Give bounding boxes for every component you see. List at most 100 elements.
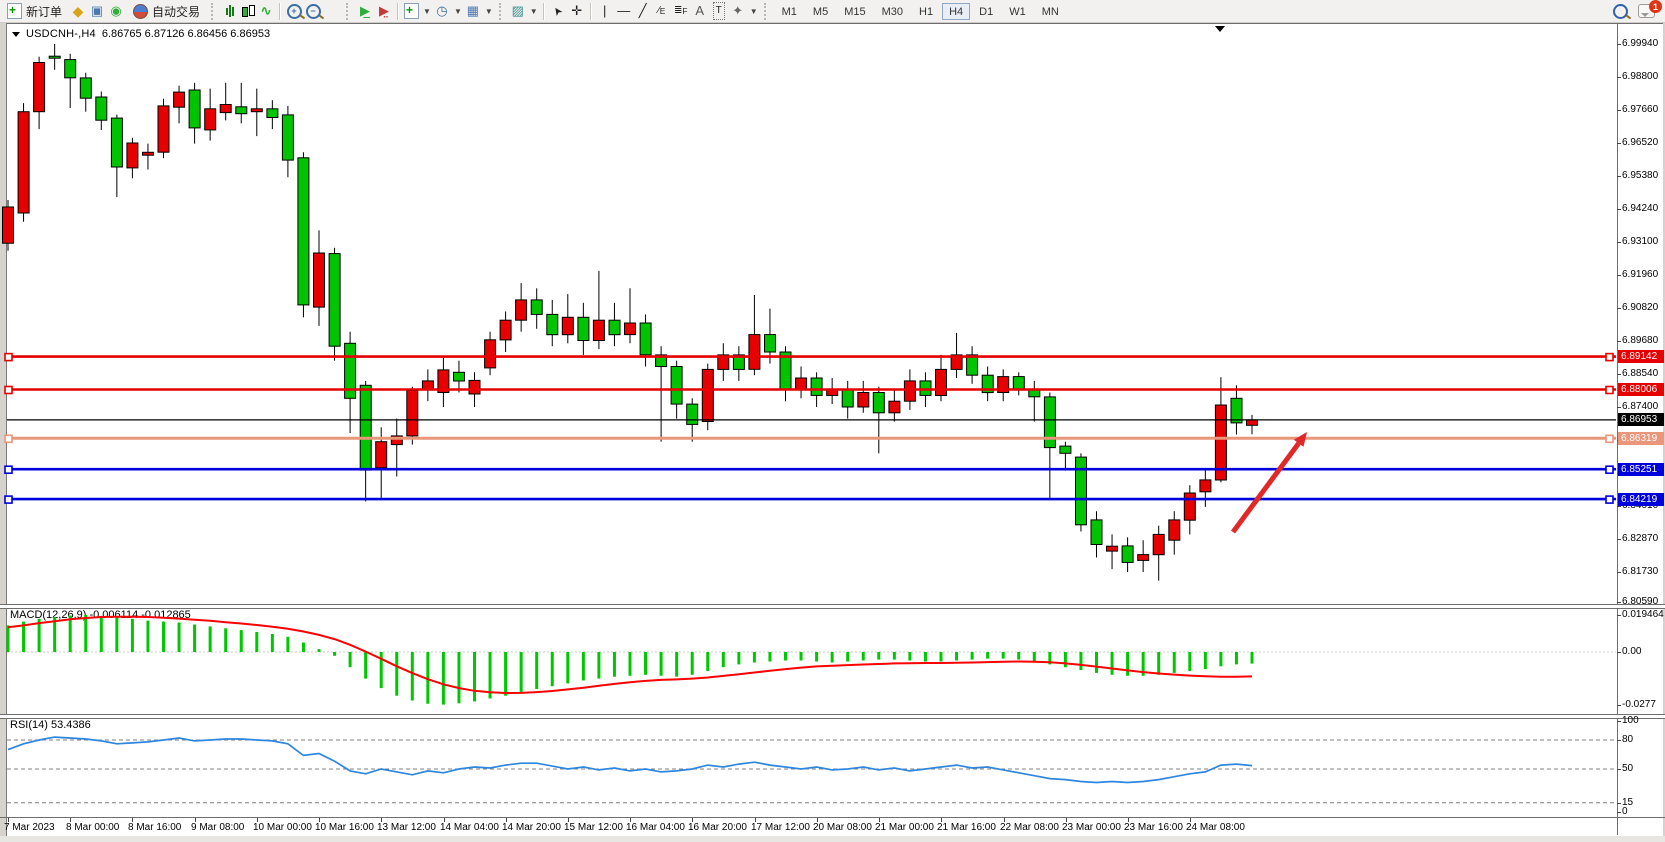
chevron-down-icon[interactable]: ▼ bbox=[485, 7, 493, 16]
candle-body bbox=[251, 109, 262, 112]
price-axis-label: 6.96520 bbox=[1622, 137, 1658, 148]
line-anchor-handle[interactable] bbox=[5, 496, 12, 503]
tile-windows-button[interactable] bbox=[324, 3, 340, 19]
timeframe-button-w1[interactable]: W1 bbox=[1002, 3, 1033, 20]
line-anchor-handle[interactable] bbox=[1606, 387, 1613, 394]
toolbar: + 新订单 ◆ ▣ ◉ 自动交易 ∿ + − ▶̲ ▶̤ +▼ ◷▼ ▦▼ ▨▼ bbox=[0, 0, 1665, 23]
search-icon[interactable] bbox=[1613, 4, 1628, 19]
line-anchor-handle[interactable] bbox=[5, 466, 12, 473]
axis-tick bbox=[1617, 242, 1621, 243]
axis-tick bbox=[1617, 740, 1621, 741]
candlestick-chart-button[interactable] bbox=[241, 4, 255, 19]
auto-scroll-button[interactable]: ▶̲ bbox=[357, 3, 373, 19]
timeframe-button-m5[interactable]: M5 bbox=[806, 3, 835, 20]
timeframe-button-mn[interactable]: MN bbox=[1035, 3, 1066, 20]
new-chart-button[interactable]: + bbox=[404, 3, 419, 19]
timeframe-button-m30[interactable]: M30 bbox=[875, 3, 910, 20]
candle-body bbox=[376, 442, 387, 468]
candle-body bbox=[1169, 520, 1180, 540]
text-label-button[interactable]: T bbox=[711, 3, 727, 19]
chevron-down-icon[interactable]: ▼ bbox=[530, 7, 538, 16]
axis-tick bbox=[1617, 77, 1621, 78]
signals-icon[interactable]: ◉ bbox=[108, 3, 124, 19]
toolbar-separator bbox=[590, 3, 592, 20]
metaeditor-icon[interactable]: ▣ bbox=[89, 3, 105, 19]
chat-icon[interactable]: 1 bbox=[1638, 4, 1655, 18]
axis-tick bbox=[1617, 110, 1621, 111]
periods-button[interactable]: ◷ bbox=[434, 3, 450, 19]
macd-axis-label: 0.00 bbox=[1622, 646, 1641, 657]
candle-body bbox=[1231, 398, 1242, 423]
rsi-axis-label: 80 bbox=[1622, 734, 1633, 745]
candle-body bbox=[687, 404, 698, 424]
price-axis-label: 6.80590 bbox=[1622, 596, 1658, 607]
axis-tick bbox=[1617, 407, 1621, 408]
candle-body bbox=[625, 323, 636, 335]
chevron-down-icon[interactable]: ▼ bbox=[454, 7, 462, 16]
candle-body bbox=[143, 152, 154, 155]
zoom-out-button[interactable]: − bbox=[305, 3, 321, 19]
price-level-chip: 6.85251 bbox=[1618, 463, 1664, 476]
rsi-pane[interactable] bbox=[0, 717, 1617, 817]
notification-badge: 1 bbox=[1649, 0, 1662, 13]
text-button[interactable]: A bbox=[692, 3, 708, 19]
line-chart-button[interactable]: ∿ bbox=[258, 3, 274, 19]
channel-button[interactable]: ∕E bbox=[654, 3, 670, 19]
trend-arrow-line[interactable] bbox=[1233, 443, 1299, 532]
bar-chart-button[interactable] bbox=[222, 3, 238, 19]
timeframe-button-m15[interactable]: M15 bbox=[837, 3, 872, 20]
trendline-button[interactable]: ╱ bbox=[635, 3, 651, 19]
candle-body bbox=[96, 97, 107, 120]
line-anchor-handle[interactable] bbox=[1606, 466, 1613, 473]
axis-tick bbox=[1617, 769, 1621, 770]
cursor-button[interactable]: ➤ bbox=[547, 0, 569, 22]
line-anchor-handle[interactable] bbox=[5, 435, 12, 442]
line-anchor-handle[interactable] bbox=[5, 387, 12, 394]
toolbar-grip bbox=[211, 3, 216, 20]
templates-button[interactable]: ▦ bbox=[465, 3, 481, 19]
candle-body bbox=[127, 143, 138, 168]
macd-pane[interactable] bbox=[0, 607, 1617, 714]
shapes-button[interactable]: ✦ bbox=[730, 3, 746, 19]
line-anchor-handle[interactable] bbox=[1606, 354, 1613, 361]
candle-body bbox=[765, 335, 776, 352]
price-axis-label: 6.82870 bbox=[1622, 533, 1658, 544]
candle-body bbox=[609, 320, 620, 335]
mt4-window: + 新订单 ◆ ▣ ◉ 自动交易 ∿ + − ▶̲ ▶̤ +▼ ◷▼ ▦▼ ▨▼ bbox=[0, 0, 1665, 842]
time-axis-label: 9 Mar 08:00 bbox=[191, 822, 244, 833]
price-chart-pane[interactable] bbox=[0, 24, 1617, 604]
toolbar-right: 1 bbox=[1613, 4, 1665, 19]
price-axis-label: 6.87400 bbox=[1622, 401, 1658, 412]
window-bottom-edge bbox=[0, 836, 1665, 842]
autotrading-button[interactable]: 自动交易 bbox=[127, 2, 205, 20]
chart-window-button[interactable]: ▨ bbox=[510, 3, 526, 19]
fibonacci-button[interactable]: ≣F bbox=[673, 3, 689, 19]
price-level-chip: 6.84219 bbox=[1618, 493, 1664, 506]
candle-body bbox=[282, 115, 293, 160]
candle-body bbox=[593, 320, 604, 340]
rsi-line bbox=[8, 737, 1252, 782]
macd-axis-label: -0.0277 bbox=[1622, 699, 1656, 710]
chart-shift-button[interactable]: ▶̤ bbox=[376, 3, 392, 19]
line-anchor-handle[interactable] bbox=[5, 354, 12, 361]
timeframe-button-h1[interactable]: H1 bbox=[912, 3, 940, 20]
time-axis-label: 23 Mar 00:00 bbox=[1062, 822, 1121, 833]
candle-body bbox=[904, 381, 915, 401]
zoom-in-button[interactable]: + bbox=[286, 3, 302, 19]
gold-icon[interactable]: ◆ bbox=[70, 3, 86, 19]
candle-body bbox=[858, 393, 869, 408]
time-axis-label: 8 Mar 00:00 bbox=[66, 822, 119, 833]
new-order-button[interactable]: + 新订单 bbox=[2, 2, 67, 20]
candle-body bbox=[80, 78, 91, 98]
line-anchor-handle[interactable] bbox=[1606, 435, 1613, 442]
toolbar-separator bbox=[543, 3, 545, 20]
line-anchor-handle[interactable] bbox=[1606, 496, 1613, 503]
horizontal-line-button[interactable]: — bbox=[616, 3, 632, 19]
chevron-down-icon[interactable]: ▼ bbox=[423, 7, 431, 16]
chevron-down-icon[interactable]: ▼ bbox=[750, 7, 758, 16]
timeframe-button-h4[interactable]: H4 bbox=[942, 3, 970, 20]
crosshair-button[interactable]: ✛ bbox=[569, 3, 585, 19]
vertical-line-button[interactable]: | bbox=[597, 3, 613, 19]
timeframe-button-m1[interactable]: M1 bbox=[775, 3, 804, 20]
timeframe-button-d1[interactable]: D1 bbox=[972, 3, 1000, 20]
